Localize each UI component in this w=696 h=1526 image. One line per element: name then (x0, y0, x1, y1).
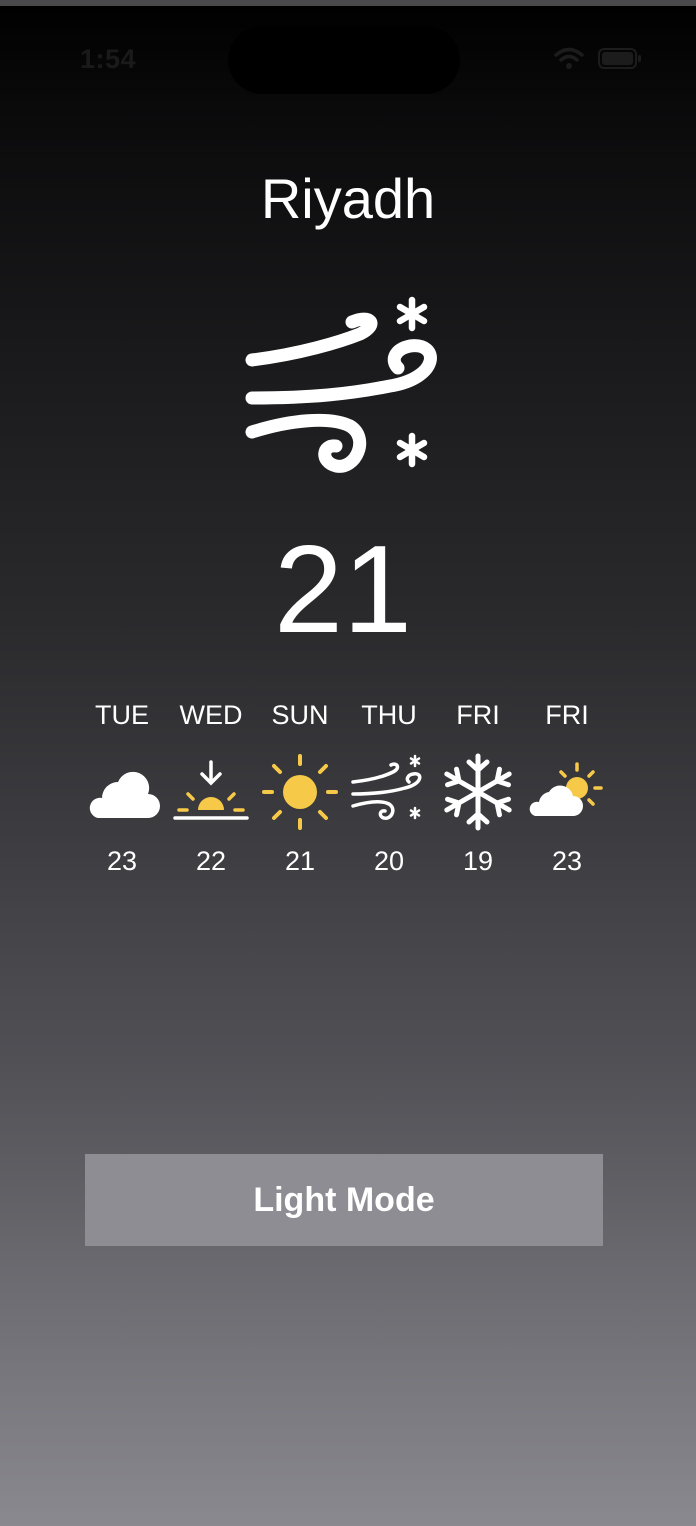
forecast-day-label: TUE (95, 700, 149, 730)
forecast-day-label: WED (179, 700, 243, 730)
weather-screen: 1:54 Riyadh 21 TUE 23 WED 22 SUN 21 THU … (0, 0, 696, 1526)
forecast-temp: 19 (462, 846, 494, 876)
cloud-icon (82, 752, 162, 832)
light-mode-button[interactable]: Light Mode (85, 1154, 603, 1246)
forecast-day-label: FRI (456, 700, 500, 730)
forecast-temp: 21 (284, 846, 316, 876)
forecast-day-label: THU (361, 700, 417, 730)
partly-cloudy-icon (527, 752, 607, 832)
forecast-temp: 22 (195, 846, 227, 876)
forecast-row: TUE 23 WED 22 SUN 21 THU 20 FRI 19 FRI 2… (0, 0, 696, 900)
sun-icon (260, 752, 340, 832)
snowflake-icon (438, 752, 518, 832)
forecast-temp: 23 (106, 846, 138, 876)
forecast-day-label: SUN (271, 700, 329, 730)
sunset-icon (171, 752, 251, 832)
forecast-temp: 23 (551, 846, 583, 876)
forecast-temp: 20 (373, 846, 405, 876)
wind-snow-icon (349, 752, 429, 832)
forecast-day-label: FRI (545, 700, 589, 730)
